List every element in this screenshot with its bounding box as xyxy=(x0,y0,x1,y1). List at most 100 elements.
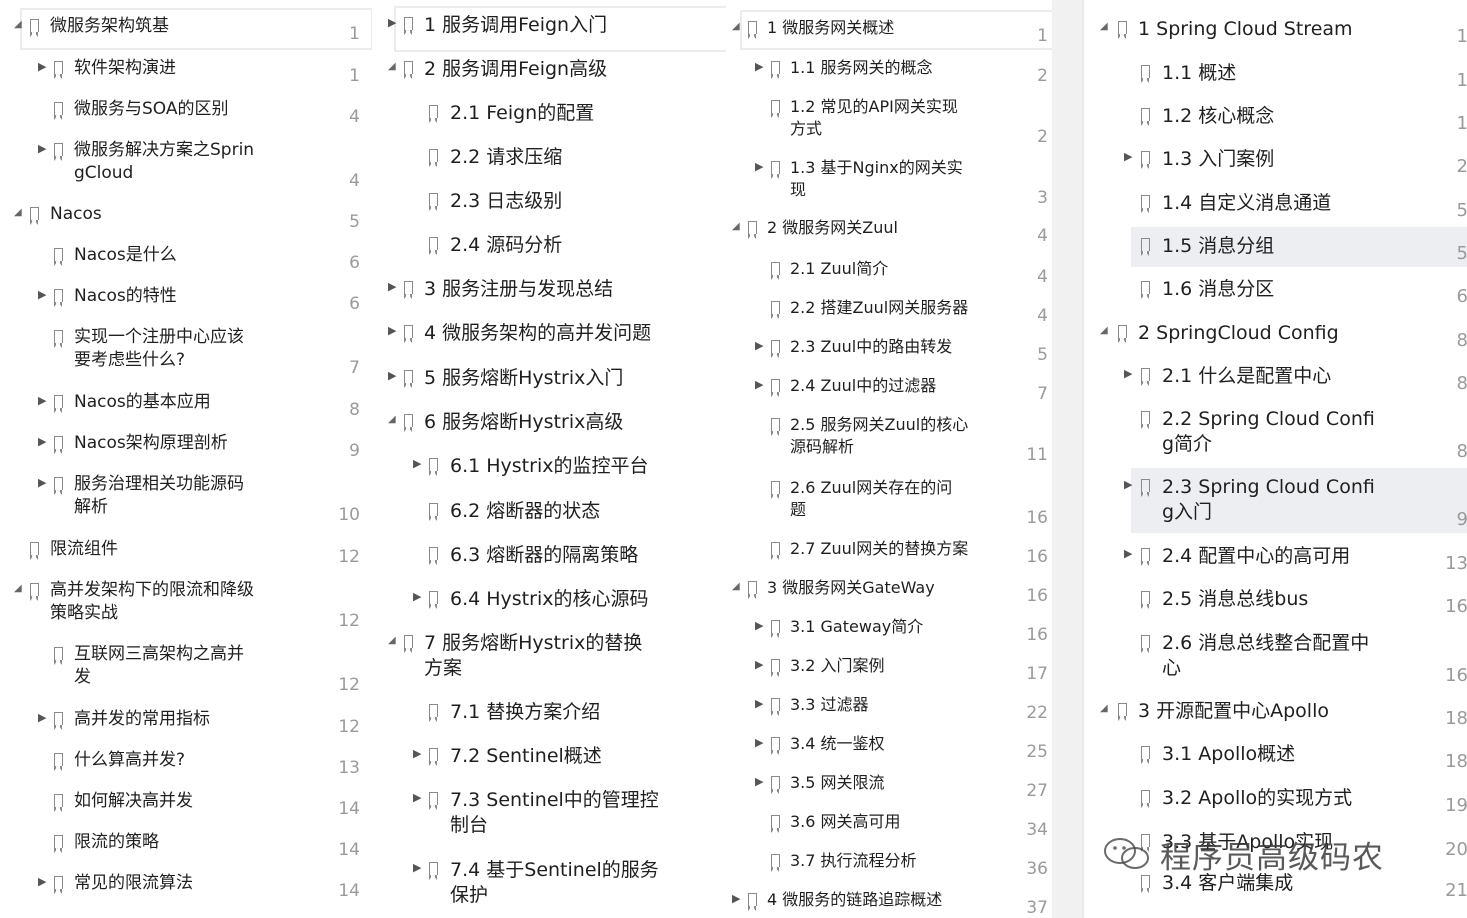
page-number: 14 xyxy=(338,881,360,901)
outline-item-label: 7.3 Sentinel中的管理控 制台 xyxy=(450,789,659,836)
bookmark-icon xyxy=(429,503,438,521)
outline-item[interactable] xyxy=(394,138,736,180)
expand-right-icon[interactable]: ▶ xyxy=(1124,366,1132,382)
expand-right-icon[interactable]: ▶ xyxy=(755,735,763,751)
outline-item-label: 2.1 Feign的配置 xyxy=(450,102,595,124)
expand-right-icon[interactable]: ▶ xyxy=(732,891,740,907)
outline-item-label: 1 服务调用Feign入门 xyxy=(424,14,608,36)
outline-item-label: 3.4 统一鉴权 xyxy=(790,734,885,753)
outline-item[interactable] xyxy=(20,865,369,903)
expand-right-icon[interactable]: ▶ xyxy=(388,368,396,384)
expand-down-icon[interactable]: ◢ xyxy=(1100,701,1108,717)
expand-right-icon[interactable]: ▶ xyxy=(38,475,46,491)
outline-item-label: 1.1 概述 xyxy=(1162,62,1237,84)
outline-panel-1[interactable]: ◢ 微服务架构筑基 1 ▶ 软件架构演进 1 微服务与SOA的区别 4 ▶ 微服务解决方案之Spr… xyxy=(0,0,372,918)
outline-item-label: 软件架构演进 xyxy=(74,58,176,78)
outline-item-label: 实现一个注册中心应该 要考虑些什么? xyxy=(74,327,244,370)
outline-item-label: 2.1 什么是配置中心 xyxy=(1162,365,1332,387)
expand-right-icon[interactable]: ▶ xyxy=(755,377,763,393)
outline-item[interactable] xyxy=(20,50,369,88)
outline-item-label: 2.2 请求压缩 xyxy=(450,146,563,168)
expand-right-icon[interactable]: ▶ xyxy=(755,774,763,790)
expand-down-icon[interactable]: ◢ xyxy=(14,205,22,221)
bookmark-icon xyxy=(54,794,63,812)
expand-down-icon[interactable]: ◢ xyxy=(732,579,740,595)
outline-item[interactable] xyxy=(740,687,1050,723)
expand-right-icon[interactable]: ▶ xyxy=(38,393,46,409)
outline-panel-3[interactable]: ◢ 1 微服务网关概述 1 ▶ 1.1 服务网关的概念 2 1.2 常见的API网关实现 方… xyxy=(726,0,1052,918)
expand-right-icon[interactable]: ▶ xyxy=(388,15,396,31)
expand-down-icon[interactable]: ◢ xyxy=(1100,19,1108,35)
outline-item[interactable] xyxy=(740,251,1050,287)
expand-right-icon[interactable]: ▶ xyxy=(755,696,763,712)
bookmark-icon xyxy=(1118,325,1127,343)
expand-right-icon[interactable]: ▶ xyxy=(388,323,396,339)
expand-right-icon[interactable]: ▶ xyxy=(755,618,763,634)
expand-right-icon[interactable]: ▶ xyxy=(38,59,46,75)
expand-right-icon[interactable]: ▶ xyxy=(38,710,46,726)
outline-item-label: 2.1 Zuul简介 xyxy=(790,259,889,278)
outline-item-label: 微服务架构筑基 xyxy=(50,16,169,36)
bookmark-icon xyxy=(429,792,438,810)
outline-panel-2[interactable]: ▶ 1 服务调用Feign入门 ◢ 2 服务调用Feign高级 2.1 Feign的配置… xyxy=(376,0,736,918)
outline-item[interactable] xyxy=(20,278,369,316)
expand-down-icon[interactable]: ◢ xyxy=(14,581,22,597)
page-number: 7 xyxy=(1037,384,1048,404)
page-number: 3 xyxy=(1037,188,1048,208)
outline-item[interactable] xyxy=(20,783,369,821)
expand-right-icon[interactable]: ▶ xyxy=(38,287,46,303)
expand-down-icon[interactable]: ◢ xyxy=(388,633,396,649)
expand-right-icon[interactable]: ▶ xyxy=(413,790,421,806)
expand-right-icon[interactable]: ▶ xyxy=(413,589,421,605)
expand-down-icon[interactable]: ◢ xyxy=(1100,323,1108,339)
outline-item[interactable] xyxy=(20,742,369,780)
page-number: 16 xyxy=(1026,547,1048,567)
expand-down-icon[interactable]: ◢ xyxy=(732,19,740,35)
expand-right-icon[interactable]: ▶ xyxy=(413,456,421,472)
outline-item-label: 服务治理相关功能源码 解析 xyxy=(74,474,244,517)
outline-item[interactable] xyxy=(740,765,1050,801)
expand-down-icon[interactable]: ◢ xyxy=(388,412,396,428)
expand-right-icon[interactable]: ▶ xyxy=(755,338,763,354)
outline-item-label: 3 服务注册与发现总结 xyxy=(424,278,614,300)
bookmark-icon xyxy=(54,876,63,894)
expand-right-icon[interactable]: ▶ xyxy=(388,279,396,295)
expand-down-icon[interactable]: ◢ xyxy=(732,219,740,235)
outline-panel-4[interactable]: ◢ 1 Spring Cloud Stream 1 1.1 概述 1 1.2 核心概念 1 ▶… xyxy=(1082,0,1467,918)
page-number: 18 xyxy=(1445,751,1467,772)
expand-right-icon[interactable]: ▶ xyxy=(38,874,46,890)
expand-right-icon[interactable]: ▶ xyxy=(1124,477,1132,493)
expand-down-icon[interactable]: ◢ xyxy=(388,59,396,75)
bookmark-icon xyxy=(429,149,438,167)
outline-item[interactable] xyxy=(394,182,736,224)
expand-right-icon[interactable]: ▶ xyxy=(38,141,46,157)
outline-item-label: Nacos架构原理剖析 xyxy=(74,433,228,453)
outline-item[interactable] xyxy=(20,237,369,275)
outline-item-label: 2.2 搭建Zuul网关服务器 xyxy=(790,298,969,317)
outline-item[interactable] xyxy=(740,648,1050,684)
expand-right-icon[interactable]: ▶ xyxy=(413,860,421,876)
expand-right-icon[interactable]: ▶ xyxy=(755,59,763,75)
expand-right-icon[interactable]: ▶ xyxy=(755,159,763,175)
outline-item-label: 1.2 常见的API网关实现 方式 xyxy=(790,97,958,138)
outline-item[interactable] xyxy=(740,726,1050,762)
outline-item-label: 3.5 网关限流 xyxy=(790,773,885,792)
outline-item-label: 7.2 Sentinel概述 xyxy=(450,745,602,767)
bookmark-icon xyxy=(1141,195,1150,213)
outline-item-label: 3 微服务网关GateWay xyxy=(767,578,935,597)
expand-right-icon[interactable]: ▶ xyxy=(755,657,763,673)
expand-down-icon[interactable]: ◢ xyxy=(14,17,22,33)
page-number: 1 xyxy=(1456,70,1467,91)
bookmark-icon xyxy=(54,835,63,853)
expand-right-icon[interactable]: ▶ xyxy=(1124,546,1132,562)
outline-item-label: 1.3 基于Nginx的网关实 现 xyxy=(790,158,963,199)
expand-right-icon[interactable]: ▶ xyxy=(1124,149,1132,165)
expand-right-icon[interactable]: ▶ xyxy=(413,746,421,762)
outline-item-label: 常见的限流算法 xyxy=(74,873,193,893)
page-number: 5 xyxy=(1456,243,1467,264)
expand-right-icon[interactable]: ▶ xyxy=(38,434,46,450)
bookmark-icon xyxy=(1141,746,1150,764)
page-number: 5 xyxy=(1456,200,1467,221)
outline-item[interactable] xyxy=(394,226,736,268)
outline-item[interactable] xyxy=(20,824,369,862)
